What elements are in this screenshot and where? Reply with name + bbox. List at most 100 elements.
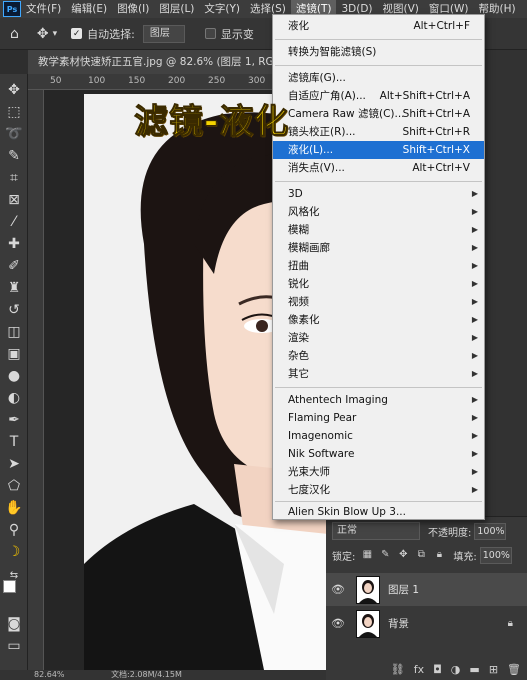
menu-item-sharpen[interactable]: 锐化 ▶: [273, 275, 484, 293]
new-layer-icon[interactable]: ⊞: [489, 663, 498, 676]
photoshop-logo-icon[interactable]: Ps: [3, 1, 21, 17]
lock-artboard-icon[interactable]: ⧉: [415, 549, 427, 561]
submenu-arrow-icon: ▶: [471, 369, 478, 378]
menu-separator: [275, 387, 482, 388]
menu-item-pixelate[interactable]: 像素化 ▶: [273, 311, 484, 329]
menu-item-liquify-last[interactable]: 液化 Alt+Ctrl+F: [273, 17, 484, 35]
hand-tool-icon[interactable]: ✋: [4, 498, 24, 518]
menu-item-qidu-chinese[interactable]: 七度汉化 ▶: [273, 481, 484, 499]
layer-row-background[interactable]: 👁︎ 背景 🔒︎: [326, 607, 527, 640]
move-tool-icon[interactable]: ✥: [4, 80, 24, 100]
layer-row-1[interactable]: 👁︎ 图层 1: [326, 573, 527, 606]
menu-item-alien-skin[interactable]: Alien Skin Blow Up 3...: [273, 503, 484, 521]
lock-pixels-icon[interactable]: ✎: [379, 549, 391, 561]
crop-tool-icon[interactable]: ⌗: [4, 168, 24, 188]
type-tool-icon[interactable]: T: [4, 432, 24, 452]
move-tool-icon[interactable]: ✥: [37, 26, 49, 42]
lasso-tool-icon[interactable]: ➰: [4, 124, 24, 144]
opacity-input[interactable]: 100%: [474, 522, 507, 540]
quick-select-tool-icon[interactable]: ✎: [4, 146, 24, 166]
menu-type[interactable]: 文字(Y): [199, 0, 245, 18]
submenu-arrow-icon: ▶: [471, 333, 478, 342]
submenu-arrow-icon: ▶: [471, 315, 478, 324]
menu-item-athentech[interactable]: Athentech Imaging ▶: [273, 391, 484, 409]
watermark-title: 滤镜-液化: [133, 102, 290, 143]
link-layers-icon[interactable]: ⛓: [391, 663, 405, 676]
menu-item-flaming-pear[interactable]: Flaming Pear ▶: [273, 409, 484, 427]
show-transform-checkbox[interactable]: [204, 28, 216, 39]
layer-name[interactable]: 背景: [388, 616, 409, 631]
ruler-tick: 50: [50, 76, 62, 86]
menu-item-video[interactable]: 视频 ▶: [273, 293, 484, 311]
lock-transparency-icon[interactable]: ▦: [361, 549, 373, 561]
menu-item-beam-master[interactable]: 光束大师 ▶: [273, 463, 484, 481]
menu-item-3d[interactable]: 3D ▶: [273, 185, 484, 203]
history-brush-tool-icon[interactable]: ↺: [4, 300, 24, 320]
menu-item-imagenomic[interactable]: Imagenomic ▶: [273, 427, 484, 445]
fx-icon[interactable]: fx: [414, 663, 424, 676]
blur-tool-icon[interactable]: ●: [4, 366, 24, 386]
pen-tool-icon[interactable]: ✒: [4, 410, 24, 430]
menu-file[interactable]: 文件(F): [21, 0, 66, 18]
frame-tool-icon[interactable]: ⊠: [4, 190, 24, 210]
menu-item-convert-smart-filter[interactable]: 转换为智能滤镜(S): [273, 43, 484, 61]
menu-image[interactable]: 图像(I): [112, 0, 154, 18]
foreground-color-swatch[interactable]: [3, 580, 16, 593]
quick-mask-icon[interactable]: ◙: [4, 614, 24, 634]
menu-item-distort[interactable]: 扭曲 ▶: [273, 257, 484, 275]
eraser-tool-icon[interactable]: ◫: [4, 322, 24, 342]
menu-item-blur[interactable]: 模糊 ▶: [273, 221, 484, 239]
menu-item-camera-raw[interactable]: Camera Raw 滤镜(C)... Shift+Ctrl+A: [273, 105, 484, 123]
menu-item-blur-gallery[interactable]: 模糊画廊 ▶: [273, 239, 484, 257]
lock-position-icon[interactable]: ✥: [397, 549, 409, 561]
eye-icon[interactable]: 👁︎: [328, 583, 348, 596]
menu-item-adaptive-wide-angle[interactable]: 自适应广角(A)... Alt+Shift+Ctrl+A: [273, 87, 484, 105]
path-select-tool-icon[interactable]: ➤: [4, 454, 24, 474]
shape-tool-icon[interactable]: ⬠: [4, 476, 24, 496]
menu-item-lens-correction[interactable]: 镜头校正(R)... Shift+Ctrl+R: [273, 123, 484, 141]
status-bar: 82.64% 文档:2.08M/4.15M: [0, 670, 328, 680]
home-icon[interactable]: ⌂: [10, 26, 19, 42]
ruler-tick: 150: [128, 76, 146, 86]
healing-brush-tool-icon[interactable]: ✚: [4, 234, 24, 254]
adjustment-layer-icon[interactable]: ◑: [451, 663, 461, 676]
menu-item-stylize[interactable]: 风格化 ▶: [273, 203, 484, 221]
clone-stamp-tool-icon[interactable]: ♜: [4, 278, 24, 298]
layers-panel-footer: ⛓ fx ◘ ◑ ▬ ⊞ 🗑︎: [326, 657, 527, 680]
menu-item-nik-software[interactable]: Nik Software ▶: [273, 445, 484, 463]
document-tab[interactable]: 教学素材快速矫正五官.jpg @ 82.6% (图层 1, RGB/8: [28, 50, 278, 74]
menu-item-render[interactable]: 渲染 ▶: [273, 329, 484, 347]
trash-icon[interactable]: 🗑︎: [507, 663, 521, 676]
eyedropper-tool-icon[interactable]: ⁄: [4, 212, 24, 232]
gradient-tool-icon[interactable]: ▣: [4, 344, 24, 364]
blend-mode-dropdown[interactable]: 正常: [332, 522, 420, 540]
submenu-arrow-icon: ▶: [471, 261, 478, 270]
menu-item-noise[interactable]: 杂色 ▶: [273, 347, 484, 365]
submenu-arrow-icon: ▶: [471, 207, 478, 216]
menu-layer[interactable]: 图层(L): [154, 0, 199, 18]
new-group-icon[interactable]: ▬: [469, 663, 479, 676]
chevron-down-icon[interactable]: ▾: [53, 29, 58, 39]
menu-item-other[interactable]: 其它 ▶: [273, 365, 484, 383]
screen-mode-icon[interactable]: ▭: [4, 636, 24, 656]
marquee-tool-icon[interactable]: ⬚: [4, 102, 24, 122]
menu-item-filter-gallery[interactable]: 滤镜库(G)...: [273, 69, 484, 87]
menu-item-vanishing-point[interactable]: 消失点(V)... Alt+Ctrl+V: [273, 159, 484, 177]
dodge-tool-icon[interactable]: ◐: [4, 388, 24, 408]
menu-item-liquify[interactable]: 液化(L)... Shift+Ctrl+X: [273, 141, 484, 159]
fill-input[interactable]: 100%: [479, 546, 512, 564]
lock-all-icon[interactable]: 🔒︎: [433, 549, 445, 561]
zoom-tool-icon[interactable]: ⚲: [4, 520, 24, 540]
submenu-arrow-icon: ▶: [471, 449, 478, 458]
menu-edit[interactable]: 编辑(E): [66, 0, 112, 18]
lock-icon: 🔒︎: [507, 618, 513, 629]
auto-select-checkbox[interactable]: ✓: [71, 28, 83, 39]
layer-name[interactable]: 图层 1: [388, 582, 419, 597]
auto-select-dropdown[interactable]: 图层: [142, 24, 185, 43]
eye-icon[interactable]: 👁︎: [328, 617, 348, 630]
show-transform-label: 显示变: [220, 27, 254, 41]
add-mask-icon[interactable]: ◘: [433, 663, 442, 676]
brush-tool-icon[interactable]: ✐: [4, 256, 24, 276]
zoom-level[interactable]: 82.64%: [34, 670, 65, 679]
opacity-label: 不透明度:: [428, 527, 472, 539]
